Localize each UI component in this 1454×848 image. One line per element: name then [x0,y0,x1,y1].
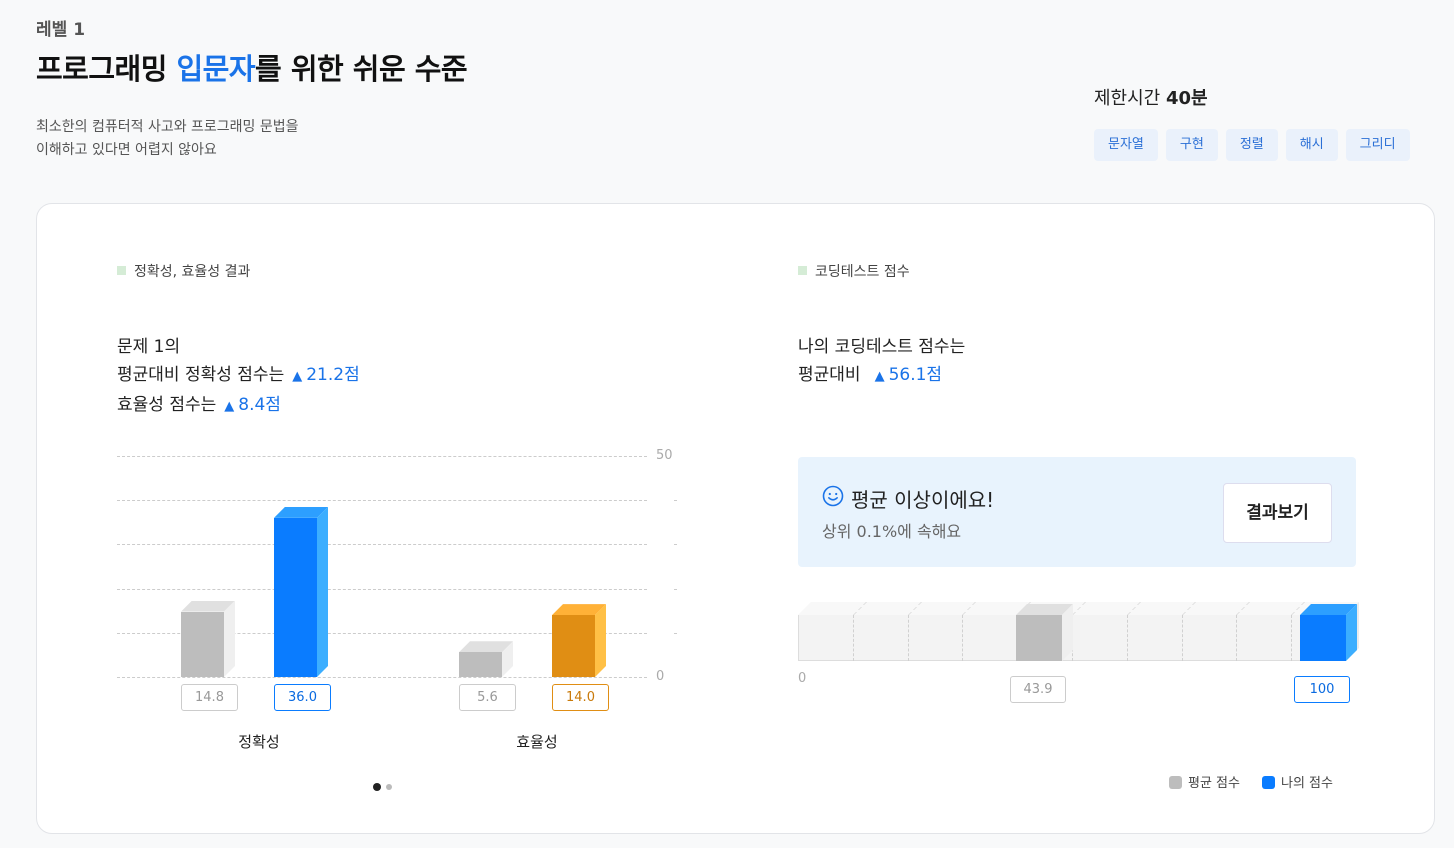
category-label: 정확성 [238,733,280,751]
average-score-bar [181,600,235,677]
legend-label: 나의 점수 [1280,776,1333,791]
grid-tick [674,633,677,634]
section-label-text: 정확성, 효율성 결과 [134,264,251,280]
summary-text: 평균대비 [798,365,861,385]
legend-item-average: 평균 점수 [1169,772,1240,791]
accuracy-summary: 문제 1의 평균대비 정확성 점수는 ▲ 21.2점 효율성 점수는 ▲ 8.4점 [117,333,360,421]
value-label: 14.8 [181,684,238,711]
grid-line [117,677,647,678]
average-score-bar [459,641,513,677]
tag-string[interactable]: 문자열 [1094,129,1158,161]
banner-title: 평균 이상이에요! [851,488,995,512]
score-delta: 56.1점 [888,365,943,385]
grid-tick [674,544,677,545]
efficiency-delta: 8.4점 [238,395,281,415]
page-title: 프로그래밍 입문자를 위한 쉬운 수준 [36,46,468,88]
value-label: 43.9 [1010,676,1066,703]
legend-swatch-mine [1261,776,1275,789]
accuracy-delta: 21.2점 [306,365,360,385]
my-score-bar [274,506,328,677]
up-arrow-icon: ▲ [292,369,303,384]
grid-line [117,456,647,457]
section-label-text: 코딩테스트 점수 [815,264,910,280]
average-score-bar-side [224,600,235,677]
average-score-marker [1016,604,1073,661]
value-label: 5.6 [459,684,516,711]
tag-hash[interactable]: 해시 [1285,129,1338,161]
legend-label: 평균 점수 [1188,776,1240,791]
topic-tags: 문자열 구현 정렬 해시 그리디 [1094,129,1410,161]
description-line: 이해하고 있다면 어렵지 않아요 [36,142,217,158]
my-score-bar-side [317,506,328,677]
accuracy-efficiency-section-label: 정확성, 효율성 결과 [117,261,250,281]
up-arrow-icon: ▲ [224,399,235,414]
summary-line: 문제 1의 [117,337,181,357]
grid-line [1182,615,1183,661]
title-prefix: 프로그래밍 [36,52,177,86]
summary-line: 평균대비 ▲ 56.1점 [798,361,965,391]
chart-legend: 평균 점수 나의 점수 [1169,772,1333,791]
coding-test-section-label: 코딩테스트 점수 [798,261,910,281]
coding-test-summary: 나의 코딩테스트 점수는 평균대비 ▲ 56.1점 [798,333,965,391]
grid-line [962,615,963,661]
value-label: 14.0 [552,684,609,711]
average-score-bar-front [459,652,502,677]
value-label: 100 [1294,676,1350,703]
smile-icon [822,485,844,507]
tag-greedy[interactable]: 그리디 [1345,129,1410,161]
page-dot-active[interactable] [373,783,381,791]
page-dot[interactable] [386,784,392,790]
time-limit-label: 제한시간 [1094,88,1166,109]
tag-sort[interactable]: 정렬 [1225,129,1278,161]
banner-subtitle: 상위 0.1%에 속해요 [822,522,962,541]
my-score-marker [1300,604,1357,661]
pagination-dots [373,783,392,791]
grid-line [117,589,647,590]
grid-line [1236,615,1237,661]
tag-implementation[interactable]: 구현 [1165,129,1218,161]
title-highlight: 입문자 [176,52,256,86]
time-limit: 제한시간 40분 [1094,84,1208,110]
y-axis-label-min: 0 [656,669,665,684]
y-axis-label-max: 50 [656,448,673,463]
average-score-marker-front [1016,615,1062,661]
view-results-button[interactable]: 결과보기 [1223,483,1332,543]
my-score-bar-side [595,604,606,677]
grid-line [117,500,647,501]
my-score-bar [552,604,606,677]
grid-line [908,615,909,661]
description-line: 최소한의 컴퓨터적 사고와 프로그래밍 문법을 [36,119,299,135]
level-label: 레벨 1 [36,20,86,40]
category-label: 효율성 [516,733,558,751]
my-score-marker-front [1300,615,1346,661]
summary-text: 효율성 점수는 [117,395,217,415]
up-arrow-icon: ▲ [874,369,885,384]
x-axis-label-min: 0 [798,671,807,686]
grid-line [117,544,647,545]
my-score-bar-front [552,615,595,677]
legend-item-mine: 나의 점수 [1261,772,1333,791]
level-description: 최소한의 컴퓨터적 사고와 프로그래밍 문법을 이해하고 있다면 어렵지 않아요 [36,116,299,162]
title-suffix: 를 위한 쉬운 수준 [255,52,468,86]
summary-line: 평균대비 정확성 점수는 ▲ 21.2점 [117,361,360,391]
summary-line: 나의 코딩테스트 점수는 [798,337,966,357]
my-score-bar-front [274,517,317,677]
time-limit-value: 40분 [1165,88,1208,109]
summary-text: 평균대비 정확성 점수는 [117,365,285,385]
grid-line [1127,615,1128,661]
average-score-bar-front [181,611,224,677]
value-label: 36.0 [274,684,331,711]
section-dot [798,266,807,275]
grid-tick [674,500,677,501]
legend-swatch-average [1169,776,1182,789]
summary-line: 효율성 점수는 ▲ 8.4점 [117,391,360,421]
grid-tick [674,589,677,590]
grid-line [853,615,854,661]
section-dot [117,266,126,275]
grid-line [1291,615,1292,661]
